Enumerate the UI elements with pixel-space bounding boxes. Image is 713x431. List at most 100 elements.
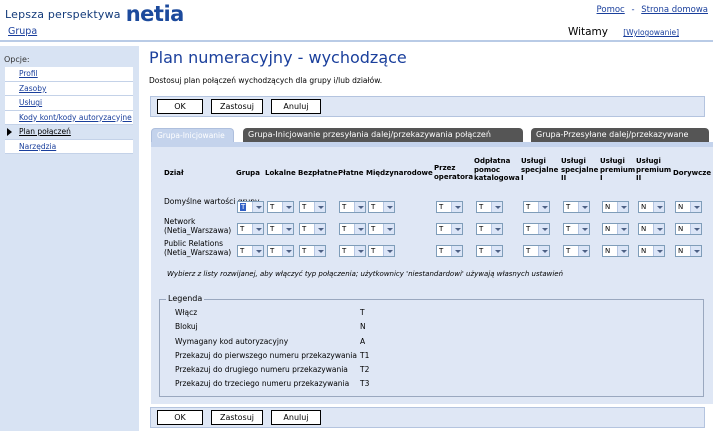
call-type-select[interactable]: T	[476, 245, 503, 257]
dropdown-arrow-icon[interactable]	[354, 246, 365, 256]
sidebar-item-narzedzia[interactable]: Narzędzia	[5, 139, 133, 154]
call-type-select[interactable]: N	[638, 223, 665, 235]
call-type-select[interactable]: T	[368, 245, 395, 257]
call-type-select[interactable]: T	[237, 223, 264, 235]
call-type-select[interactable]: N	[602, 245, 629, 257]
call-type-select[interactable]: T	[368, 201, 395, 213]
call-type-select[interactable]: T	[563, 223, 590, 235]
dropdown-arrow-icon[interactable]	[653, 224, 664, 234]
dropdown-arrow-icon[interactable]	[538, 202, 549, 212]
tab-grupa-przesylane[interactable]: Grupa-Przesyłane dalej/przekazywane	[531, 128, 709, 142]
sidebar-item-label[interactable]: Profil	[19, 69, 38, 78]
dropdown-arrow-icon[interactable]	[491, 224, 502, 234]
call-type-select[interactable]: T	[267, 245, 294, 257]
call-type-select[interactable]: T	[436, 201, 463, 213]
apply-button[interactable]: Zastosuj	[211, 99, 263, 114]
dropdown-arrow-icon[interactable]	[578, 246, 589, 256]
dropdown-arrow-icon[interactable]	[451, 224, 462, 234]
call-type-select[interactable]: T	[267, 201, 294, 213]
help-link[interactable]: Pomoc	[597, 5, 625, 15]
dropdown-arrow-icon[interactable]	[578, 202, 589, 212]
call-type-select[interactable]: T	[563, 245, 590, 257]
dropdown-arrow-icon[interactable]	[252, 224, 263, 234]
group-link[interactable]: Grupa	[8, 26, 37, 37]
call-type-select[interactable]: T	[476, 223, 503, 235]
select-value: N	[641, 247, 647, 255]
sidebar-item-zasoby[interactable]: Zasoby	[5, 81, 133, 96]
dropdown-arrow-icon[interactable]	[383, 246, 394, 256]
dropdown-arrow-icon[interactable]	[653, 202, 664, 212]
dropdown-arrow-icon[interactable]	[617, 202, 628, 212]
call-type-select[interactable]: T	[339, 223, 366, 235]
call-type-select[interactable]: N	[602, 223, 629, 235]
sidebar-item-label[interactable]: Usługi	[19, 98, 42, 107]
call-type-select[interactable]: N	[675, 201, 702, 213]
sidebar-item-kody[interactable]: Kody kont/kody autoryzacyjne	[5, 110, 133, 125]
call-type-select[interactable]: T	[267, 223, 294, 235]
dropdown-arrow-icon[interactable]	[314, 202, 325, 212]
dropdown-arrow-icon[interactable]	[690, 202, 701, 212]
cancel-button[interactable]: Anuluj	[271, 99, 321, 114]
call-type-select[interactable]: T	[436, 245, 463, 257]
call-type-select[interactable]: T	[299, 201, 326, 213]
ok-button[interactable]: OK	[157, 99, 203, 114]
sidebar-item-label[interactable]: Plan połączeń	[19, 127, 71, 136]
dropdown-arrow-icon[interactable]	[354, 202, 365, 212]
dropdown-arrow-icon[interactable]	[451, 246, 462, 256]
call-type-select[interactable]: N	[675, 223, 702, 235]
dropdown-arrow-icon[interactable]	[252, 202, 263, 212]
netia-logo[interactable]: netia	[126, 4, 185, 25]
call-type-select[interactable]: T	[339, 201, 366, 213]
sidebar-item-label[interactable]: Zasoby	[19, 84, 46, 93]
dropdown-arrow-icon[interactable]	[578, 224, 589, 234]
sidebar-item-label[interactable]: Narzędzia	[19, 142, 56, 151]
dropdown-arrow-icon[interactable]	[383, 202, 394, 212]
dropdown-arrow-icon[interactable]	[252, 246, 263, 256]
home-page-link[interactable]: Strona domowa	[641, 5, 708, 15]
tab-grupa-inicjowanie[interactable]: Grupa-Inicjowanie	[151, 128, 234, 142]
call-type-select[interactable]: T	[299, 245, 326, 257]
call-type-select[interactable]: T	[237, 245, 264, 257]
call-type-select[interactable]: T	[299, 223, 326, 235]
call-type-select[interactable]: T	[476, 201, 503, 213]
dropdown-arrow-icon[interactable]	[538, 246, 549, 256]
call-type-select[interactable]: T	[523, 245, 550, 257]
call-type-select[interactable]: T	[339, 245, 366, 257]
call-type-select[interactable]: T	[368, 223, 395, 235]
sidebar-item-profil[interactable]: Profil	[5, 67, 133, 82]
dropdown-arrow-icon[interactable]	[282, 202, 293, 212]
cancel-button[interactable]: Anuluj	[271, 410, 321, 425]
ok-button[interactable]: OK	[157, 410, 203, 425]
call-type-select[interactable]: N	[638, 201, 665, 213]
logout-link[interactable]: [Wylogowanie]	[623, 28, 679, 37]
dropdown-arrow-icon[interactable]	[383, 224, 394, 234]
dropdown-arrow-icon[interactable]	[314, 246, 325, 256]
dropdown-arrow-icon[interactable]	[690, 224, 701, 234]
select-value: T	[526, 247, 531, 255]
call-type-select[interactable]: N	[602, 201, 629, 213]
call-type-select[interactable]: T	[523, 223, 550, 235]
dropdown-arrow-icon[interactable]	[354, 224, 365, 234]
dropdown-arrow-icon[interactable]	[538, 224, 549, 234]
dropdown-arrow-icon[interactable]	[314, 224, 325, 234]
call-type-select[interactable]: N	[638, 245, 665, 257]
sidebar-item-label[interactable]: Kody kont/kody autoryzacyjne	[19, 113, 132, 122]
sidebar-item-uslugi[interactable]: Usługi	[5, 96, 133, 111]
dropdown-arrow-icon[interactable]	[653, 246, 664, 256]
call-type-select[interactable]: N	[675, 245, 702, 257]
call-type-select[interactable]: T	[237, 201, 264, 213]
dropdown-arrow-icon[interactable]	[617, 246, 628, 256]
call-type-select[interactable]: T	[436, 223, 463, 235]
tab-grupa-inicjowanie-przesylania[interactable]: Grupa-Inicjowanie przesyłania dalej/prze…	[243, 128, 523, 142]
sidebar-item-plan-polaczen[interactable]: Plan połączeń	[5, 125, 133, 140]
dropdown-arrow-icon[interactable]	[282, 246, 293, 256]
dropdown-arrow-icon[interactable]	[451, 202, 462, 212]
dropdown-arrow-icon[interactable]	[282, 224, 293, 234]
dropdown-arrow-icon[interactable]	[617, 224, 628, 234]
dropdown-arrow-icon[interactable]	[491, 202, 502, 212]
dropdown-arrow-icon[interactable]	[690, 246, 701, 256]
call-type-select[interactable]: T	[523, 201, 550, 213]
apply-button[interactable]: Zastosuj	[211, 410, 263, 425]
call-type-select[interactable]: T	[563, 201, 590, 213]
dropdown-arrow-icon[interactable]	[491, 246, 502, 256]
